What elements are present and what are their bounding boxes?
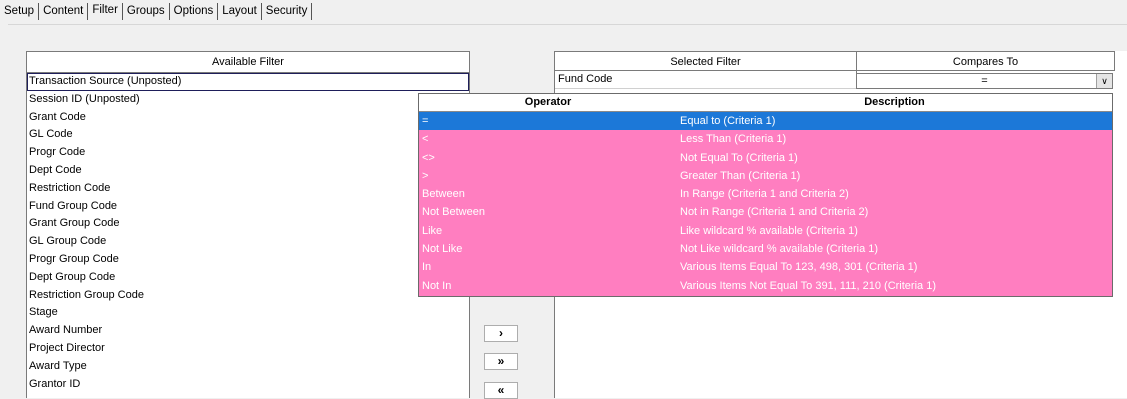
- operator-description: Equal to (Criteria 1): [680, 115, 776, 127]
- compares-to-header: Compares To: [857, 51, 1115, 71]
- operator-description: Various Items Not Equal To 391, 111, 210…: [680, 279, 936, 292]
- operator-value: <: [422, 133, 429, 146]
- list-item[interactable]: Transaction Source (Unposted): [27, 73, 469, 91]
- tab-options[interactable]: Options: [170, 2, 218, 20]
- remove-all-button[interactable]: «: [484, 382, 518, 399]
- tab-strip: Setup Content Filter Groups Options Layo…: [0, 0, 313, 22]
- list-item[interactable]: Project Director: [27, 340, 469, 358]
- tab-layout[interactable]: Layout: [218, 2, 261, 20]
- list-item[interactable]: Progr Group Code: [27, 251, 469, 269]
- tab-filter[interactable]: Filter: [88, 0, 122, 21]
- operator-value: Like: [422, 224, 443, 237]
- list-item[interactable]: Award Number: [27, 322, 469, 340]
- compares-to-select[interactable]: = ∨: [856, 73, 1113, 89]
- available-filter-header: Available Filter: [27, 52, 469, 73]
- dropdown-option[interactable]: <> Not Equal To (Criteria 1): [419, 149, 1112, 167]
- list-item[interactable]: Dept Code: [27, 162, 469, 180]
- operator-value: Not In: [422, 279, 452, 292]
- operator-value: Not Between: [422, 206, 485, 219]
- tab-content-border: [8, 24, 1127, 25]
- dropdown-option[interactable]: = Equal to (Criteria 1): [419, 112, 1112, 131]
- list-item[interactable]: Grant Code: [27, 109, 469, 127]
- add-all-button[interactable]: »: [484, 353, 518, 370]
- operator-description: Not Like wildcard % available (Criteria …: [680, 243, 879, 256]
- operator-description: Like wildcard % available (Criteria 1): [680, 224, 858, 237]
- list-item[interactable]: Restriction Code: [27, 180, 469, 198]
- operator-value: =: [422, 115, 429, 127]
- tab-divider: [311, 3, 313, 20]
- operator-description: Various Items Equal To 123, 498, 301 (Cr…: [680, 261, 918, 274]
- dropdown-option[interactable]: Like Like wildcard % available (Criteria …: [419, 222, 1112, 240]
- operator-dropdown[interactable]: Operator Description = Equal to (Criteria…: [418, 93, 1113, 297]
- list-item[interactable]: Grant Group Code: [27, 215, 469, 233]
- dropdown-option[interactable]: Between In Range (Criteria 1 and Criteria…: [419, 185, 1112, 203]
- dropdown-option[interactable]: < Less Than (Criteria 1): [419, 130, 1112, 148]
- tab-content[interactable]: Content: [39, 2, 87, 20]
- dropdown-option[interactable]: > Greater Than (Criteria 1): [419, 167, 1112, 185]
- available-filter-list[interactable]: Available Filter Transaction Source (Unp…: [26, 51, 470, 398]
- operator-value: <>: [422, 151, 435, 164]
- tab-security[interactable]: Security: [262, 2, 312, 20]
- add-selected-button[interactable]: ›: [484, 325, 518, 342]
- list-item[interactable]: GL Group Code: [27, 233, 469, 251]
- chevron-down-icon[interactable]: ∨: [1096, 74, 1112, 88]
- compares-to-value: =: [981, 75, 988, 87]
- list-item[interactable]: Fund Group Code: [27, 198, 469, 216]
- list-item[interactable]: Progr Code: [27, 144, 469, 162]
- operator-value: Not Like: [422, 243, 463, 256]
- list-item[interactable]: Restriction Group Code: [27, 287, 469, 305]
- operator-value: In: [422, 261, 432, 274]
- tab-setup[interactable]: Setup: [0, 2, 38, 20]
- list-item[interactable]: Dept Group Code: [27, 269, 469, 287]
- dropdown-option[interactable]: Not In Various Items Not Equal To 391, 11…: [419, 277, 1112, 295]
- tab-groups[interactable]: Groups: [123, 2, 169, 20]
- dropdown-option[interactable]: Not Between Not in Range (Criteria 1 and …: [419, 203, 1112, 221]
- operator-description: In Range (Criteria 1 and Criteria 2): [680, 188, 849, 201]
- operator-column-header: Operator: [524, 96, 572, 108]
- operator-description: Greater Than (Criteria 1): [680, 169, 801, 182]
- operator-dropdown-header: Operator Description: [419, 94, 1112, 112]
- operator-description: Not Equal To (Criteria 1): [680, 151, 798, 164]
- operator-description: Less Than (Criteria 1): [680, 133, 787, 146]
- list-item[interactable]: Stage: [27, 304, 469, 322]
- dropdown-option[interactable]: Not Like Not Like wildcard % available (C…: [419, 240, 1112, 258]
- list-item[interactable]: Award Type: [27, 358, 469, 376]
- list-item[interactable]: Grantor ID: [27, 376, 469, 394]
- operator-value: Between: [422, 188, 465, 201]
- dropdown-option[interactable]: In Various Items Equal To 123, 498, 301 (…: [419, 258, 1112, 276]
- description-column-header: Description: [864, 96, 925, 108]
- selected-filter-header: Selected Filter: [555, 51, 857, 71]
- list-item[interactable]: GL Code: [27, 126, 469, 144]
- list-item[interactable]: Session ID (Unposted): [27, 91, 469, 109]
- operator-value: >: [422, 169, 429, 182]
- operator-description: Not in Range (Criteria 1 and Criteria 2): [680, 206, 869, 219]
- selected-filter-cell[interactable]: Fund Code: [555, 71, 857, 89]
